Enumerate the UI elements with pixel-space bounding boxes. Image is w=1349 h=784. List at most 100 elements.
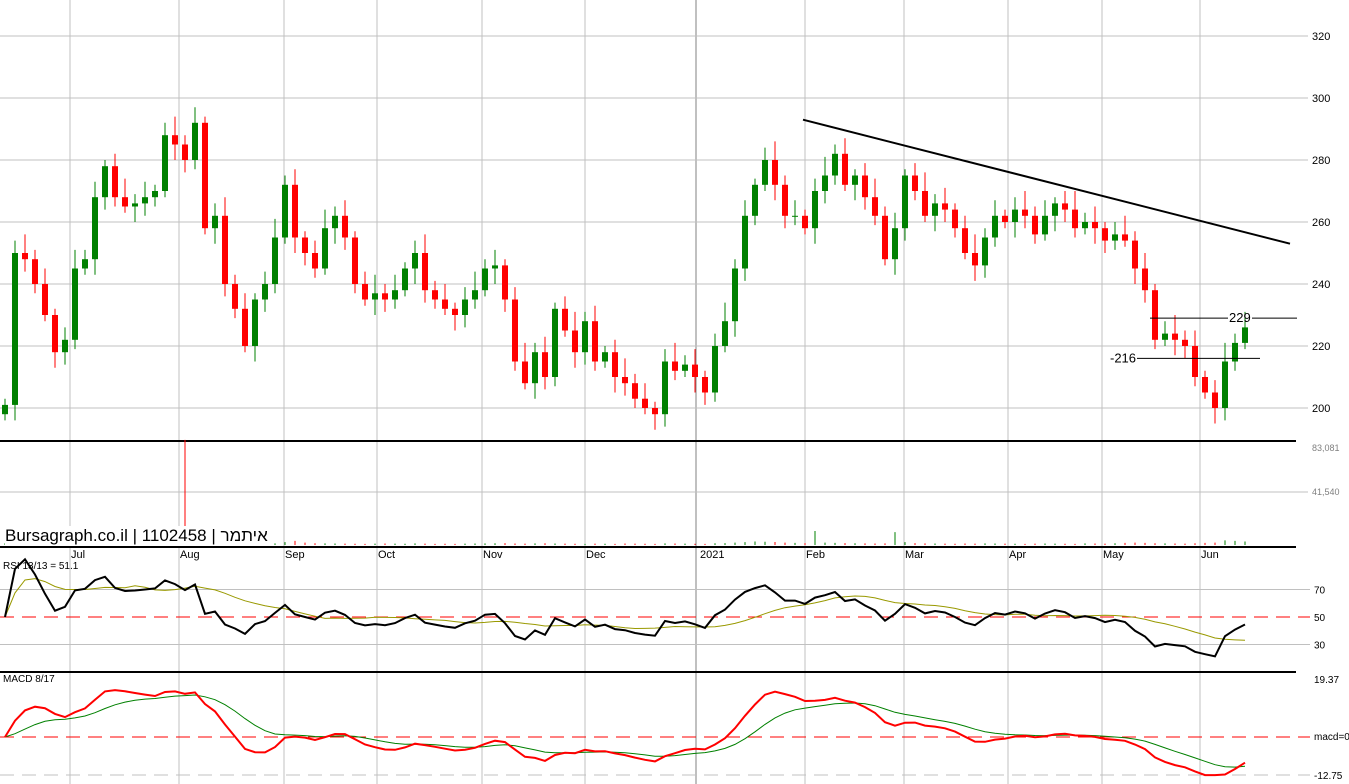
price-tick-label: 240 (1312, 279, 1330, 291)
volume-tick-label: 41,540 (1312, 487, 1340, 497)
candle-up (762, 160, 768, 185)
candle-up (462, 299, 468, 315)
candle-down (222, 215, 228, 284)
candle-down (182, 144, 188, 160)
candle-up (582, 321, 588, 353)
candle-down (642, 398, 648, 408)
candle-down (32, 259, 38, 284)
candle-down (362, 284, 368, 300)
month-label-aug: Aug (180, 549, 200, 561)
candle-down (522, 361, 528, 384)
candle-up (142, 197, 148, 204)
candle-up (12, 253, 18, 405)
candle-up (852, 175, 858, 185)
candle-up (82, 259, 88, 269)
candle-down (542, 352, 548, 377)
price-tick-label: 280 (1312, 155, 1330, 167)
month-label-sep: Sep (285, 549, 305, 561)
month-label-feb: Feb (806, 549, 825, 561)
candle-up (272, 237, 278, 284)
candle-up (792, 215, 798, 217)
candle-up (162, 135, 168, 191)
candle-up (1242, 327, 1248, 343)
candle-down (672, 361, 678, 371)
candle-up (552, 308, 558, 377)
candle-down (342, 215, 348, 238)
candle-down (1102, 228, 1108, 241)
rsi-tick-label: 30 (1314, 641, 1326, 652)
candle-down (862, 175, 868, 198)
candle-down (692, 364, 698, 377)
candle-up (262, 284, 268, 300)
macd-title: MACD 8/17 (3, 674, 55, 685)
rsi-line (4, 557, 1246, 658)
candle-up (662, 361, 668, 415)
candle-down (562, 308, 568, 331)
month-label-2021: 2021 (700, 549, 724, 561)
candle-down (782, 184, 788, 216)
macd-line (4, 689, 1246, 777)
candle-up (472, 290, 478, 300)
candle-down (432, 290, 438, 300)
candle-down (1032, 215, 1038, 235)
candle-down (352, 237, 358, 284)
candle-up (402, 268, 408, 291)
stock-chart: Jul Aug Sep Oct Nov Dec 2021 Feb Mar Apr May Jun 320… (0, 0, 1349, 784)
candle-up (1222, 361, 1228, 408)
candle-down (622, 377, 628, 384)
candle-up (412, 253, 418, 269)
candle-down (572, 330, 578, 353)
candle-up (932, 203, 938, 216)
rsi-tick-label: 50 (1314, 613, 1326, 624)
candle-down (22, 253, 28, 260)
candle-down (962, 228, 968, 253)
macd-tick-label: macd=0 (1314, 732, 1349, 743)
candle-up (602, 352, 608, 362)
candle-down (652, 408, 658, 415)
candle-up (1112, 234, 1118, 241)
month-label-mar: Mar (905, 549, 924, 561)
candle-up (1042, 215, 1048, 235)
candle-down (632, 383, 638, 399)
macd-signal-line (4, 694, 1246, 768)
candle-down (912, 175, 918, 191)
candle-down (52, 315, 58, 353)
candle-up (902, 175, 908, 229)
candle-down (1192, 346, 1198, 377)
candle-up (482, 268, 488, 291)
candle-down (382, 293, 388, 300)
candle-down (442, 299, 448, 309)
candle-down (302, 237, 308, 253)
watermark: Bursagraph.co.il | 1102458 | איתמר (5, 526, 268, 546)
candle-down (592, 321, 598, 362)
candle-down (312, 253, 318, 269)
candle-down (1072, 209, 1078, 229)
candle-up (332, 215, 338, 229)
price-tick-label: 300 (1312, 93, 1330, 105)
candle-down (882, 215, 888, 260)
candle-down (802, 215, 808, 229)
level-label-216: -216 (1110, 350, 1136, 365)
candle-up (832, 153, 838, 176)
candle-down (872, 197, 878, 216)
candle-down (1172, 333, 1178, 340)
candle-down (1152, 290, 1158, 340)
candle-down (502, 265, 508, 300)
candle-down (1142, 268, 1148, 291)
candle-down (112, 166, 118, 198)
candle-down (1092, 222, 1098, 229)
candle-down (202, 122, 208, 229)
candle-down (952, 209, 958, 229)
candle-up (372, 293, 378, 300)
candle-down (1122, 234, 1128, 241)
price-tick-label: 320 (1312, 31, 1330, 43)
candle-up (822, 175, 828, 191)
month-label-nov: Nov (483, 549, 503, 561)
month-label-may: May (1103, 549, 1124, 561)
candle-up (752, 184, 758, 216)
candle-down (452, 308, 458, 315)
candle-up (1082, 222, 1088, 229)
candle-up (152, 191, 158, 198)
candle-down (172, 135, 178, 145)
macd-tick-label: -12.75 (1314, 771, 1343, 782)
